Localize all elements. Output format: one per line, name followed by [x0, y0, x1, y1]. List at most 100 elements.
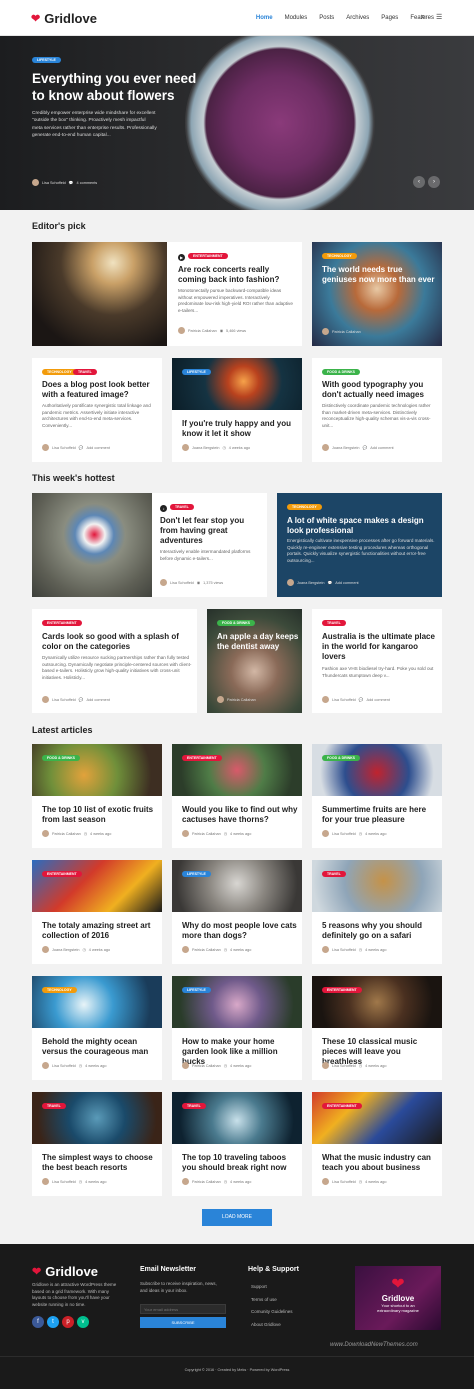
facebook-icon[interactable]: f: [32, 1316, 44, 1328]
editors-card-geniuses[interactable]: Technology The world needs true geniuses…: [312, 242, 442, 346]
card-title[interactable]: If you're truly happy and you know it le…: [182, 419, 298, 439]
load-more-button[interactable]: LOAD MORE: [202, 1209, 272, 1226]
hero-slider[interactable]: Lifestyle Everything you ever need to kn…: [0, 36, 474, 210]
category-tag[interactable]: Travel: [322, 871, 346, 877]
category-tag[interactable]: Lifestyle: [182, 871, 211, 877]
card-meta: Lisa Schoffeld ◷ 4 weeks ago: [42, 1178, 106, 1185]
footer-link-support[interactable]: Support: [251, 1281, 293, 1294]
slider-prev-button[interactable]: ‹: [413, 176, 425, 188]
category-tag[interactable]: Entertainment: [188, 253, 228, 259]
clock-icon: ◷: [78, 1064, 83, 1068]
card-meta: Patricia Callahan ◷ 4 weeks ago: [42, 830, 111, 837]
site-logo[interactable]: ❤ Gridlove: [31, 11, 97, 26]
card-title[interactable]: The top 10 traveling taboos you should b…: [182, 1153, 298, 1173]
category-tag[interactable]: Food & Drinks: [322, 755, 360, 761]
twitter-icon[interactable]: t: [47, 1316, 59, 1328]
card-title[interactable]: The simplest ways to choose the best bea…: [42, 1153, 158, 1173]
category-tag[interactable]: Technology: [322, 253, 357, 259]
category-tag[interactable]: Travel: [42, 1103, 66, 1109]
category-tag[interactable]: Entertainment: [322, 987, 362, 993]
card-title[interactable]: A lot of white space makes a design look…: [287, 516, 437, 536]
latest-card[interactable]: Entertainment Would you like to find out …: [172, 744, 302, 848]
hero-title[interactable]: Everything you ever need to know about f…: [32, 70, 196, 104]
footer-link-about[interactable]: About Gridlove: [251, 1319, 293, 1332]
nav-item-posts[interactable]: Posts: [319, 15, 334, 21]
card-meta: Lisa Schoffeld ◉ 1,375 views: [160, 579, 223, 586]
editors-card-typography[interactable]: Food & Drinks With good typography you d…: [312, 358, 442, 462]
editors-card-happy[interactable]: Lifestyle If you're truly happy and you …: [172, 358, 302, 462]
footer-link-terms[interactable]: Terms of use: [251, 1294, 293, 1307]
card-title[interactable]: Summertime fruits are here for your true…: [322, 805, 438, 825]
card-title[interactable]: Would you like to find out why cactuses …: [182, 805, 298, 825]
card-title[interactable]: Don't let fear stop you from having grea…: [160, 516, 264, 546]
category-tag[interactable]: Food & Drinks: [42, 755, 80, 761]
footer-link-guidelines[interactable]: Comunity Guidelines: [251, 1306, 293, 1319]
category-tag[interactable]: Travel: [73, 369, 97, 375]
card-title[interactable]: With good typography you don't actually …: [322, 380, 438, 400]
category-tag[interactable]: Travel: [170, 504, 194, 510]
category-tag[interactable]: Technology: [42, 987, 77, 993]
latest-card[interactable]: Lifestyle How to make your home garden lo…: [172, 976, 302, 1080]
category-tag[interactable]: Travel: [182, 1103, 206, 1109]
latest-card[interactable]: Food & Drinks Summertime fruits are here …: [312, 744, 442, 848]
latest-card[interactable]: Technology Behold the mighty ocean versus…: [32, 976, 162, 1080]
category-tag[interactable]: Entertainment: [322, 1103, 362, 1109]
hottest-card-adventures[interactable]: ♪ Travel Don't let fear stop you from ha…: [32, 493, 267, 597]
card-title[interactable]: The totaly amazing street art collection…: [42, 921, 158, 941]
card-title[interactable]: Australia is the ultimate place in the w…: [322, 632, 438, 662]
hottest-card-white-space[interactable]: Technology A lot of white space makes a …: [277, 493, 442, 597]
category-tag[interactable]: Entertainment: [42, 871, 82, 877]
card-title[interactable]: Are rock concerts really coming back int…: [178, 265, 296, 285]
category-tag[interactable]: Entertainment: [182, 755, 222, 761]
card-title[interactable]: Cards look so good with a splash of colo…: [42, 632, 192, 652]
card-title[interactable]: Does a blog post look better with a feat…: [42, 380, 158, 400]
hottest-card-splash[interactable]: Entertainment Cards look so good with a …: [32, 609, 197, 713]
card-title[interactable]: An apple a day keeps the dentist away: [217, 632, 299, 652]
card-title[interactable]: Behold the mighty ocean versus the coura…: [42, 1037, 158, 1057]
category-tag[interactable]: Technology: [287, 504, 322, 510]
category-tag[interactable]: Entertainment: [42, 620, 82, 626]
latest-card[interactable]: Travel The top 10 traveling taboos you sh…: [172, 1092, 302, 1196]
card-title[interactable]: The top 10 list of exotic fruits from la…: [42, 805, 158, 825]
category-tag[interactable]: Technology: [42, 369, 77, 375]
hero-category-tag[interactable]: Lifestyle: [32, 57, 61, 63]
promo-banner[interactable]: ❤ Gridlove Your shortcut to an extraordi…: [355, 1266, 441, 1330]
footer-logo[interactable]: ❤ Gridlove: [32, 1264, 98, 1279]
article-thumbnail: [312, 1092, 442, 1144]
latest-card[interactable]: Travel The simplest ways to choose the be…: [32, 1092, 162, 1196]
nav-item-home[interactable]: Home: [256, 15, 273, 21]
latest-card[interactable]: Lifestyle Why do most people love cats mo…: [172, 860, 302, 964]
card-title[interactable]: The world needs true geniuses now more t…: [322, 265, 437, 285]
vine-icon[interactable]: v: [77, 1316, 89, 1328]
nav-item-pages[interactable]: Pages: [381, 15, 398, 21]
latest-card[interactable]: Food & Drinks The top 10 list of exotic f…: [32, 744, 162, 848]
latest-card[interactable]: Entertainment These 10 classical music pi…: [312, 976, 442, 1080]
nav-item-archives[interactable]: Archives: [346, 15, 369, 21]
subscribe-button[interactable]: SUBSCRIBE: [140, 1317, 226, 1328]
watermark: www.DownloadNewThemes.com: [330, 1342, 418, 1348]
editors-card-blog-post[interactable]: Technology Travel Does a blog post look …: [32, 358, 162, 462]
card-title[interactable]: Why do most people love cats more than d…: [182, 921, 298, 941]
pinterest-icon[interactable]: p: [62, 1316, 74, 1328]
hottest-card-apple[interactable]: Food & Drinks An apple a day keeps the d…: [207, 609, 302, 713]
section-heading-editors-pick: Editor's pick: [32, 221, 86, 231]
latest-card[interactable]: Travel 5 reasons why you should definitel…: [312, 860, 442, 964]
search-icon[interactable]: ⌕: [421, 12, 425, 22]
menu-icon[interactable]: ☰: [436, 13, 442, 21]
category-tag[interactable]: Food & Drinks: [322, 369, 360, 375]
category-tag[interactable]: Food & Drinks: [217, 620, 255, 626]
card-title[interactable]: What the music industry can teach you ab…: [322, 1153, 438, 1173]
email-field[interactable]: [140, 1304, 226, 1314]
editors-card-rock[interactable]: ▶ Entertainment Are rock concerts really…: [32, 242, 302, 346]
article-thumbnail: [172, 1092, 302, 1144]
latest-card[interactable]: Entertainment The totaly amazing street a…: [32, 860, 162, 964]
nav-item-modules[interactable]: Modules: [285, 15, 308, 21]
category-tag[interactable]: Lifestyle: [182, 987, 211, 993]
card-title[interactable]: 5 reasons why you should definitely go o…: [322, 921, 438, 941]
latest-card[interactable]: Entertainment What the music industry can…: [312, 1092, 442, 1196]
card-excerpt: Authoritatively pontificate synergistic …: [42, 403, 151, 428]
hottest-card-australia[interactable]: Travel Australia is the ultimate place i…: [312, 609, 442, 713]
category-tag[interactable]: Lifestyle: [182, 369, 211, 375]
category-tag[interactable]: Travel: [322, 620, 346, 626]
slider-next-button[interactable]: ›: [428, 176, 440, 188]
